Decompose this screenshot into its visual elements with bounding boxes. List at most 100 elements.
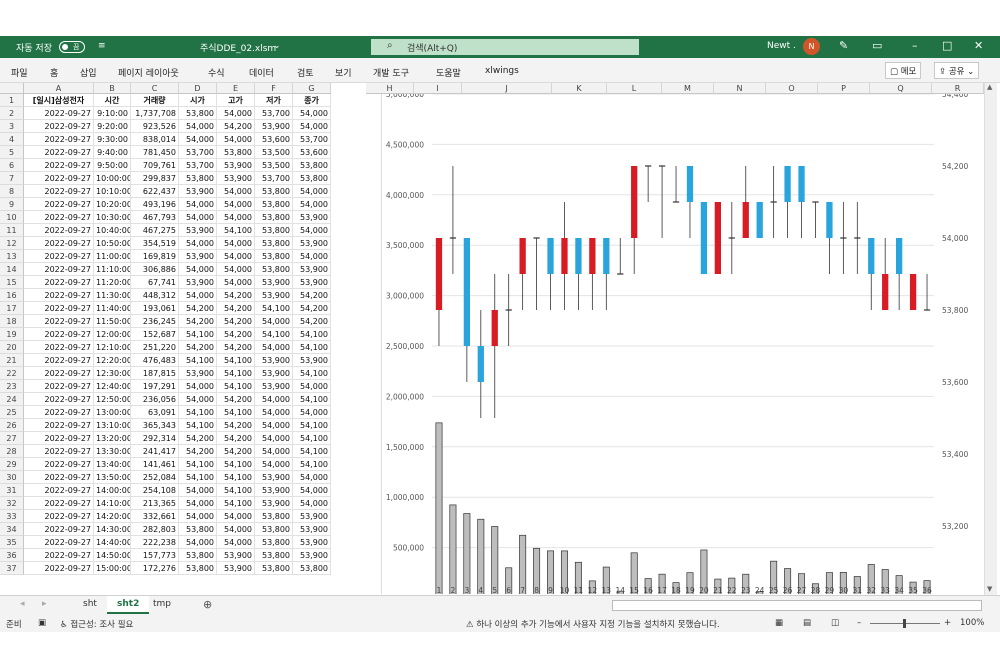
- table-cell[interactable]: 53,800: [255, 224, 293, 237]
- table-cell[interactable]: 2022-09-27: [24, 276, 94, 289]
- table-cell[interactable]: 54,100: [217, 380, 255, 393]
- table-cell[interactable]: 53,800: [255, 536, 293, 549]
- table-cell[interactable]: 493,196: [131, 198, 179, 211]
- table-cell[interactable]: 54,000: [255, 315, 293, 328]
- table-cell[interactable]: 53,900: [255, 497, 293, 510]
- table-cell[interactable]: 2022-09-27: [24, 211, 94, 224]
- next-sheet-icon[interactable]: ▸: [42, 599, 47, 609]
- tab-review[interactable]: 검토: [297, 66, 314, 79]
- table-cell[interactable]: 2022-09-27: [24, 484, 94, 497]
- table-cell[interactable]: 2022-09-27: [24, 419, 94, 432]
- table-cell[interactable]: 15:00:00: [94, 562, 131, 575]
- table-cell[interactable]: 2022-09-27: [24, 536, 94, 549]
- column-header[interactable]: Q: [870, 83, 932, 94]
- tab-page-layout[interactable]: 페이지 레이아웃: [118, 66, 179, 79]
- table-cell[interactable]: 53,800: [293, 562, 331, 575]
- row-header[interactable]: 22: [0, 367, 24, 380]
- table-cell[interactable]: 53,800: [179, 107, 217, 120]
- table-cell[interactable]: 2022-09-27: [24, 549, 94, 562]
- table-cell[interactable]: 54,200: [217, 315, 255, 328]
- table-cell[interactable]: 54,100: [217, 367, 255, 380]
- table-cell[interactable]: 2022-09-27: [24, 185, 94, 198]
- table-cell[interactable]: 141,461: [131, 458, 179, 471]
- table-cell[interactable]: 54,200: [179, 302, 217, 315]
- candlestick-volume-chart[interactable]: 0500,0001,000,0001,500,0002,000,0002,500…: [381, 90, 980, 603]
- table-cell[interactable]: 53,800: [255, 549, 293, 562]
- tab-formulas[interactable]: 수식: [208, 66, 225, 79]
- scroll-up-icon[interactable]: ▲: [987, 83, 992, 91]
- table-cell[interactable]: 10:00:00: [94, 172, 131, 185]
- table-cell[interactable]: 2022-09-27: [24, 146, 94, 159]
- row-header[interactable]: 6: [0, 159, 24, 172]
- column-header[interactable]: K: [552, 83, 607, 94]
- table-cell[interactable]: 53,900: [293, 276, 331, 289]
- row-header[interactable]: 8: [0, 185, 24, 198]
- row-header[interactable]: 31: [0, 484, 24, 497]
- table-cell[interactable]: 2022-09-27: [24, 315, 94, 328]
- row-header[interactable]: 1: [0, 94, 24, 107]
- table-cell[interactable]: 2022-09-27: [24, 263, 94, 276]
- table-cell[interactable]: 53,900: [217, 562, 255, 575]
- table-cell[interactable]: 152,687: [131, 328, 179, 341]
- row-header[interactable]: 10: [0, 211, 24, 224]
- table-cell[interactable]: 54,000: [179, 536, 217, 549]
- table-cell[interactable]: 53,700: [293, 133, 331, 146]
- table-cell[interactable]: 53,900: [217, 172, 255, 185]
- table-cell[interactable]: 54,100: [293, 445, 331, 458]
- table-cell[interactable]: 13:30:00: [94, 445, 131, 458]
- tab-home[interactable]: 홈: [50, 66, 58, 79]
- table-cell[interactable]: 53,900: [179, 185, 217, 198]
- table-cell[interactable]: 54,200: [179, 315, 217, 328]
- table-cell[interactable]: 9:30:00: [94, 133, 131, 146]
- vertical-scrollbar[interactable]: ▲ ▼: [984, 83, 997, 595]
- table-cell[interactable]: 12:00:00: [94, 328, 131, 341]
- table-cell[interactable]: 54,000: [179, 211, 217, 224]
- table-cell[interactable]: 54,000: [179, 393, 217, 406]
- table-cell[interactable]: 2022-09-27: [24, 159, 94, 172]
- table-cell[interactable]: 467,275: [131, 224, 179, 237]
- row-header[interactable]: 29: [0, 458, 24, 471]
- column-header[interactable]: M: [662, 83, 714, 94]
- table-cell[interactable]: 10:40:00: [94, 224, 131, 237]
- table-cell[interactable]: 11:10:00: [94, 263, 131, 276]
- tab-help[interactable]: 도움말: [436, 66, 461, 79]
- table-cell[interactable]: 193,061: [131, 302, 179, 315]
- table-cell[interactable]: 13:40:00: [94, 458, 131, 471]
- table-cell[interactable]: 2022-09-27: [24, 406, 94, 419]
- tab-file[interactable]: 파일: [11, 66, 28, 79]
- table-cell[interactable]: 354,519: [131, 237, 179, 250]
- table-cell[interactable]: 11:30:00: [94, 289, 131, 302]
- table-cell[interactable]: 54,000: [293, 497, 331, 510]
- table-cell[interactable]: 2022-09-27: [24, 432, 94, 445]
- table-cell[interactable]: 54,000: [293, 471, 331, 484]
- table-cell[interactable]: 53,900: [255, 380, 293, 393]
- table-cell[interactable]: 9:40:00: [94, 146, 131, 159]
- table-cell[interactable]: 54,000: [255, 393, 293, 406]
- horizontal-scrollbar[interactable]: [612, 600, 982, 611]
- table-cell[interactable]: 53,900: [217, 549, 255, 562]
- table-cell[interactable]: 53,900: [179, 276, 217, 289]
- table-cell[interactable]: 2022-09-27: [24, 445, 94, 458]
- table-cell[interactable]: 54,200: [179, 341, 217, 354]
- table-cell[interactable]: 54,100: [293, 432, 331, 445]
- table-cell[interactable]: 54,000: [293, 380, 331, 393]
- table-cell[interactable]: 54,000: [179, 484, 217, 497]
- table-cell[interactable]: 54,000: [293, 250, 331, 263]
- table-cell[interactable]: 54,000: [217, 510, 255, 523]
- row-header[interactable]: 14: [0, 263, 24, 276]
- table-cell[interactable]: 157,773: [131, 549, 179, 562]
- column-header[interactable]: J: [462, 83, 552, 94]
- table-cell[interactable]: 54,000: [217, 536, 255, 549]
- table-cell[interactable]: 781,450: [131, 146, 179, 159]
- table-cell[interactable]: 476,483: [131, 354, 179, 367]
- table-cell[interactable]: 54,000: [293, 198, 331, 211]
- chevron-down-icon[interactable]: ⌄: [273, 41, 281, 51]
- table-cell[interactable]: 53,800: [255, 250, 293, 263]
- table-cell[interactable]: 54,100: [293, 341, 331, 354]
- table-cell[interactable]: 10:30:00: [94, 211, 131, 224]
- table-cell[interactable]: 54,000: [255, 445, 293, 458]
- autosave-toggle[interactable]: 끔: [59, 41, 85, 53]
- row-header[interactable]: 12: [0, 237, 24, 250]
- table-cell[interactable]: 222,238: [131, 536, 179, 549]
- table-cell[interactable]: 53,800: [255, 263, 293, 276]
